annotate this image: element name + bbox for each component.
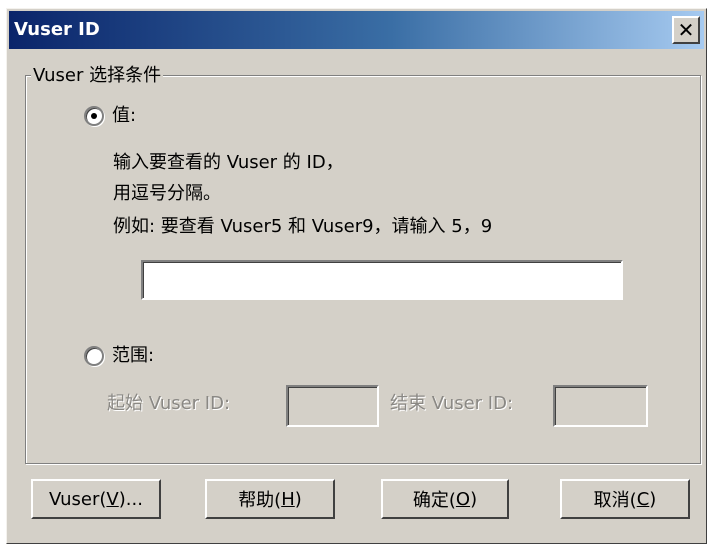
- vuser-id-input[interactable]: [141, 260, 623, 300]
- help-button[interactable]: 帮助(H): [205, 479, 335, 519]
- value-radio[interactable]: [84, 106, 104, 126]
- ok-button[interactable]: 确定(O): [381, 479, 509, 519]
- cancel-button[interactable]: 取消(C): [560, 479, 690, 519]
- cancel-button-prefix: 取消(: [593, 490, 637, 511]
- group-legend: Vuser 选择条件: [31, 65, 164, 87]
- value-radio-label[interactable]: 值:: [112, 105, 136, 127]
- range-radio[interactable]: [84, 346, 104, 366]
- vuser-button-mnemonic: V: [106, 488, 119, 510]
- end-vuser-id-input[interactable]: [553, 385, 648, 427]
- end-vuser-id-label: 结束 Vuser ID:: [390, 393, 514, 414]
- range-radio-label[interactable]: 范围:: [112, 345, 154, 367]
- ok-button-suffix: ): [470, 488, 478, 510]
- help-text-line-1: 输入要查看的 Vuser 的 ID，: [113, 152, 344, 173]
- vuser-id-dialog: Vuser ID ✕ Vuser 选择条件 值: 输入要查看的 Vuser 的 …: [6, 8, 707, 544]
- vuser-button-prefix: Vuser(: [49, 488, 107, 510]
- cancel-button-suffix: ): [649, 488, 657, 510]
- help-text-line-3: 例如: 要查看 Vuser5 和 Vuser9，请输入 5，9: [113, 216, 493, 237]
- help-button-mnemonic: H: [281, 488, 295, 510]
- close-button[interactable]: ✕: [672, 16, 700, 44]
- ok-button-prefix: 确定(: [412, 490, 456, 511]
- radio-selected-dot: [91, 113, 97, 119]
- help-button-prefix: 帮助(: [238, 490, 282, 511]
- help-button-suffix: ): [294, 488, 302, 510]
- dialog-title: Vuser ID: [14, 19, 100, 40]
- start-vuser-id-input[interactable]: [286, 385, 379, 427]
- vuser-button-suffix: )...: [118, 488, 143, 510]
- cancel-button-mnemonic: C: [636, 488, 650, 510]
- help-text-line-2: 用逗号分隔。: [113, 183, 221, 204]
- ok-button-mnemonic: O: [455, 488, 471, 510]
- title-bar[interactable]: Vuser ID ✕: [9, 11, 704, 49]
- vuser-button[interactable]: Vuser(V)...: [31, 479, 161, 519]
- close-icon: ✕: [677, 18, 695, 42]
- start-vuser-id-label: 起始 Vuser ID:: [107, 393, 231, 414]
